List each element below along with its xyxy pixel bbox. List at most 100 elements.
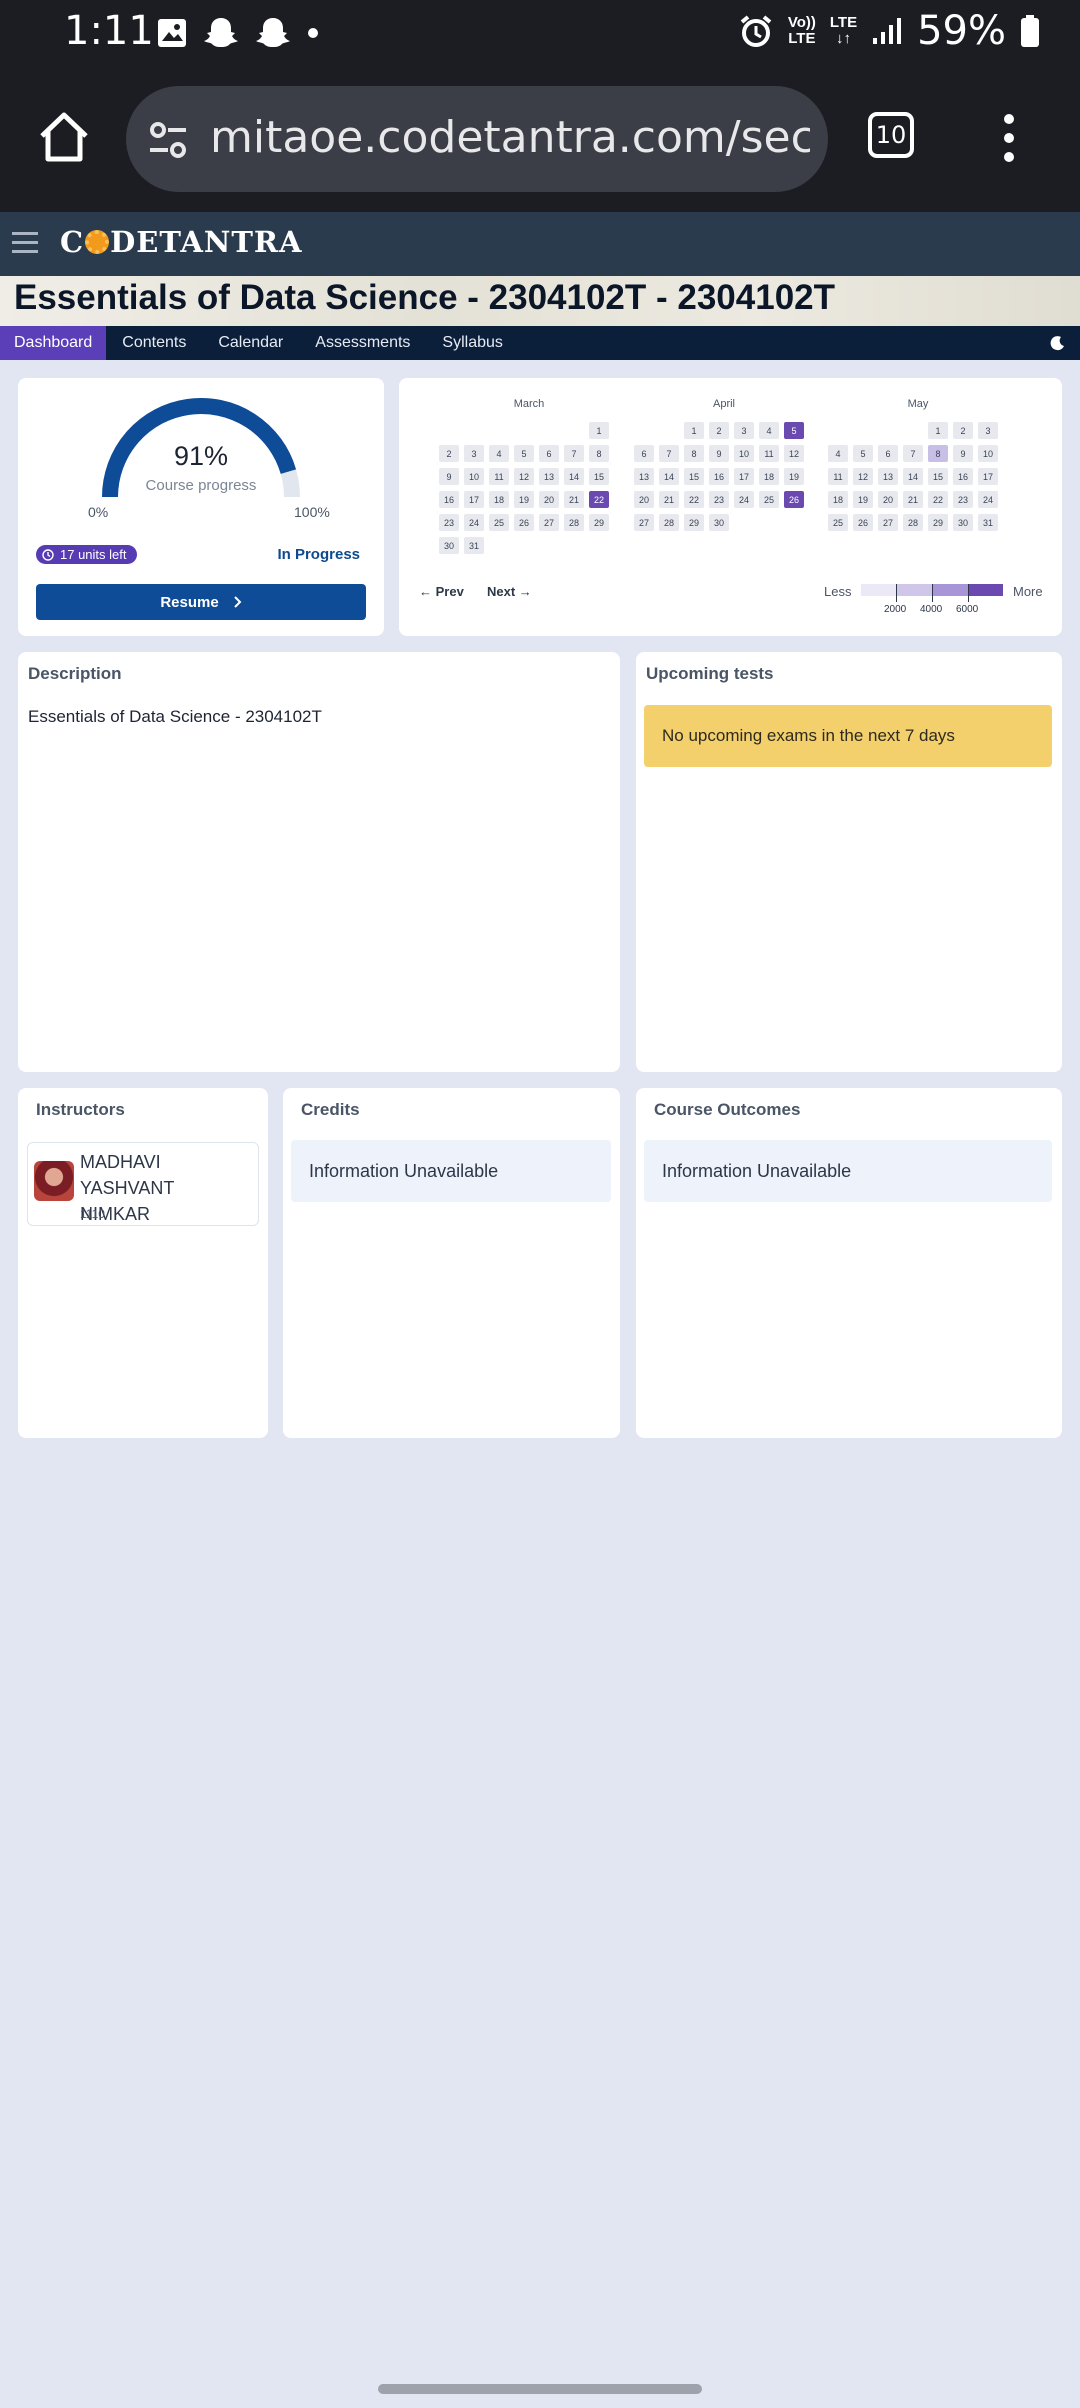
- calendar-day[interactable]: 27: [878, 514, 898, 531]
- calendar-day[interactable]: 11: [489, 468, 509, 485]
- calendar-day[interactable]: 9: [953, 445, 973, 462]
- calendar-day[interactable]: 12: [514, 468, 534, 485]
- calendar-day[interactable]: 12: [784, 445, 804, 462]
- calendar-day[interactable]: 21: [903, 491, 923, 508]
- calendar-day[interactable]: 13: [878, 468, 898, 485]
- calendar-day[interactable]: 18: [828, 491, 848, 508]
- calendar-day[interactable]: 21: [564, 491, 584, 508]
- calendar-day[interactable]: 19: [853, 491, 873, 508]
- calendar-day[interactable]: 24: [464, 514, 484, 531]
- calendar-day[interactable]: 19: [514, 491, 534, 508]
- more-menu-icon[interactable]: [1004, 114, 1014, 162]
- calendar-day[interactable]: 14: [659, 468, 679, 485]
- calendar-day[interactable]: 3: [464, 445, 484, 462]
- calendar-day[interactable]: 12: [853, 468, 873, 485]
- calendar-next-button[interactable]: Next →: [487, 584, 532, 599]
- calendar-day[interactable]: 30: [439, 537, 459, 554]
- calendar-day[interactable]: 23: [439, 514, 459, 531]
- calendar-day[interactable]: 24: [734, 491, 754, 508]
- calendar-day[interactable]: 10: [464, 468, 484, 485]
- calendar-day[interactable]: 20: [539, 491, 559, 508]
- calendar-day[interactable]: 27: [634, 514, 654, 531]
- calendar-day[interactable]: 14: [903, 468, 923, 485]
- calendar-day[interactable]: 17: [978, 468, 998, 485]
- calendar-day[interactable]: 28: [659, 514, 679, 531]
- calendar-day[interactable]: 8: [928, 445, 948, 462]
- calendar-day[interactable]: 11: [828, 468, 848, 485]
- calendar-day[interactable]: 20: [878, 491, 898, 508]
- calendar-day[interactable]: 29: [928, 514, 948, 531]
- calendar-day[interactable]: 16: [953, 468, 973, 485]
- tab-contents[interactable]: Contents: [106, 326, 202, 360]
- calendar-day[interactable]: 22: [684, 491, 704, 508]
- calendar-day[interactable]: 3: [978, 422, 998, 439]
- hamburger-menu-icon[interactable]: [12, 232, 38, 253]
- calendar-day[interactable]: 13: [539, 468, 559, 485]
- calendar-day[interactable]: 7: [564, 445, 584, 462]
- calendar-day[interactable]: 26: [784, 491, 804, 508]
- tab-calendar[interactable]: Calendar: [202, 326, 299, 360]
- url-text[interactable]: mitaoe.codetantra.com/secure/: [210, 112, 810, 163]
- calendar-day[interactable]: 5: [853, 445, 873, 462]
- tab-syllabus[interactable]: Syllabus: [426, 326, 518, 360]
- calendar-day[interactable]: 26: [853, 514, 873, 531]
- tab-switcher-button[interactable]: 10: [868, 112, 914, 158]
- calendar-day[interactable]: 31: [978, 514, 998, 531]
- calendar-day[interactable]: 31: [464, 537, 484, 554]
- calendar-day[interactable]: 1: [928, 422, 948, 439]
- calendar-day[interactable]: 26: [514, 514, 534, 531]
- calendar-day[interactable]: 15: [928, 468, 948, 485]
- calendar-day[interactable]: 17: [734, 468, 754, 485]
- tab-dashboard[interactable]: Dashboard: [0, 326, 107, 360]
- codetantra-logo[interactable]: C DETANTRA: [60, 225, 303, 259]
- calendar-day[interactable]: 29: [684, 514, 704, 531]
- calendar-day[interactable]: 21: [659, 491, 679, 508]
- calendar-day[interactable]: 6: [878, 445, 898, 462]
- calendar-day[interactable]: 15: [684, 468, 704, 485]
- home-icon[interactable]: [36, 110, 92, 164]
- calendar-day[interactable]: 3: [734, 422, 754, 439]
- calendar-day[interactable]: 13: [634, 468, 654, 485]
- calendar-day[interactable]: 15: [589, 468, 609, 485]
- calendar-day[interactable]: 28: [564, 514, 584, 531]
- calendar-day[interactable]: 7: [659, 445, 679, 462]
- calendar-day[interactable]: 9: [709, 445, 729, 462]
- calendar-day[interactable]: 30: [953, 514, 973, 531]
- calendar-day[interactable]: 1: [589, 422, 609, 439]
- site-settings-icon[interactable]: [146, 118, 190, 162]
- calendar-day[interactable]: 10: [978, 445, 998, 462]
- calendar-prev-button[interactable]: ← Prev: [419, 584, 464, 599]
- calendar-day[interactable]: 30: [709, 514, 729, 531]
- calendar-day[interactable]: 2: [953, 422, 973, 439]
- tab-assessments[interactable]: Assessments: [299, 326, 426, 360]
- calendar-day[interactable]: 25: [759, 491, 779, 508]
- calendar-day[interactable]: 5: [514, 445, 534, 462]
- calendar-day[interactable]: 6: [539, 445, 559, 462]
- calendar-day[interactable]: 28: [903, 514, 923, 531]
- resume-button[interactable]: Resume: [36, 584, 366, 620]
- calendar-day[interactable]: 5: [784, 422, 804, 439]
- calendar-day[interactable]: 16: [709, 468, 729, 485]
- calendar-day[interactable]: 1: [684, 422, 704, 439]
- calendar-day[interactable]: 9: [439, 468, 459, 485]
- calendar-day[interactable]: 4: [828, 445, 848, 462]
- calendar-day[interactable]: 7: [903, 445, 923, 462]
- calendar-day[interactable]: 24: [978, 491, 998, 508]
- calendar-day[interactable]: 14: [564, 468, 584, 485]
- address-bar[interactable]: mitaoe.codetantra.com/secure/: [126, 86, 828, 192]
- calendar-day[interactable]: 2: [709, 422, 729, 439]
- calendar-day[interactable]: 27: [539, 514, 559, 531]
- calendar-day[interactable]: 22: [589, 491, 609, 508]
- calendar-day[interactable]: 19: [784, 468, 804, 485]
- calendar-day[interactable]: 18: [759, 468, 779, 485]
- instructor-item[interactable]: MADHAVI YASHVANT NIMKAR 1110: [27, 1142, 259, 1226]
- calendar-day[interactable]: 8: [684, 445, 704, 462]
- calendar-day[interactable]: 17: [464, 491, 484, 508]
- dark-mode-moon-icon[interactable]: [1050, 335, 1066, 351]
- calendar-day[interactable]: 22: [928, 491, 948, 508]
- calendar-day[interactable]: 23: [953, 491, 973, 508]
- calendar-day[interactable]: 18: [489, 491, 509, 508]
- calendar-day[interactable]: 23: [709, 491, 729, 508]
- calendar-day[interactable]: 2: [439, 445, 459, 462]
- calendar-day[interactable]: 6: [634, 445, 654, 462]
